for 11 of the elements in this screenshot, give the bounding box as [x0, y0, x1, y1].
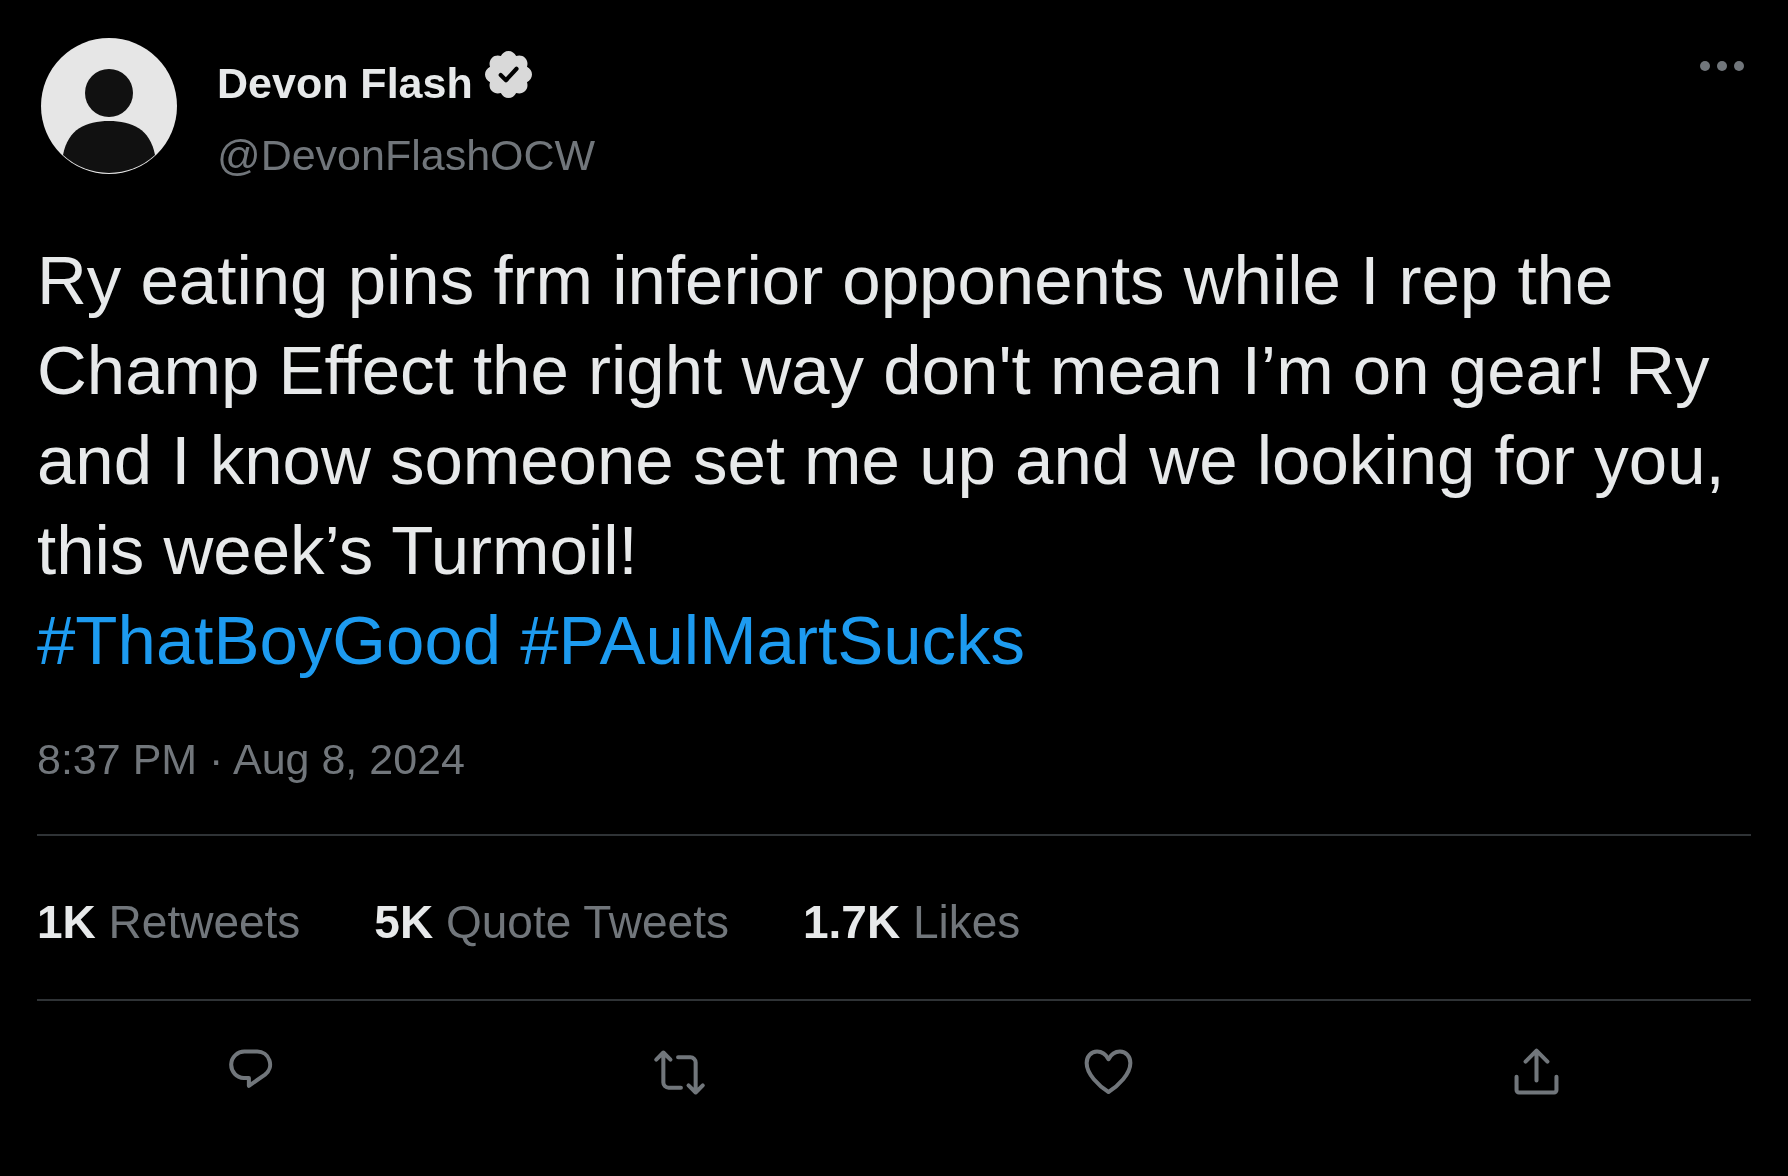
avatar-icon[interactable]: [40, 37, 178, 175]
tweet-text: Ry eating pins frm inferior opponents while I rep the Champ Effect the right way don't mean I’m on gear! Ry and I know someone set me up and we looking for you, this week’s Turmoil!: [37, 241, 1726, 591]
author-handle[interactable]: @DevonFlashOCW: [217, 129, 596, 181]
timestamp[interactable]: 8:37 PM · Aug 8, 2024: [37, 733, 465, 785]
stat-link[interactable]: 1.7K Likes: [802, 894, 1021, 950]
more-icon[interactable]: [1700, 61, 1744, 71]
stat-link[interactable]: 5K Quote Tweets: [374, 894, 729, 950]
hashtag-link[interactable]: #ThatBoyGood: [37, 596, 502, 686]
stat-link[interactable]: 1K Retweets: [37, 894, 301, 950]
author-name[interactable]: Devon Flash: [217, 56, 473, 109]
hashtag-link[interactable]: #PAulMartSucks: [520, 596, 1026, 686]
